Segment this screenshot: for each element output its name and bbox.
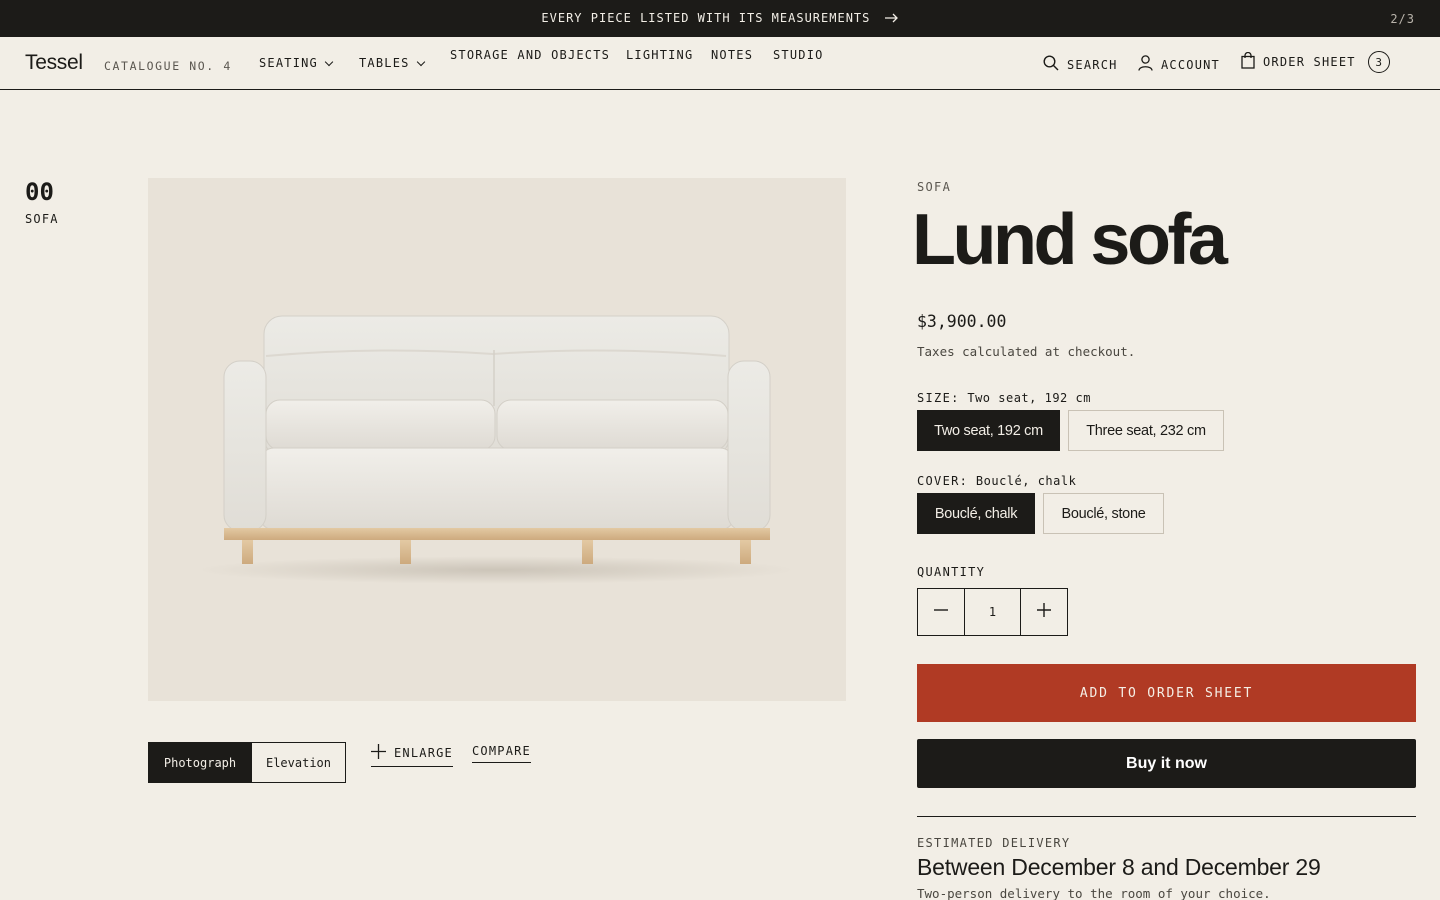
divider bbox=[917, 816, 1416, 817]
logo[interactable]: Tessel bbox=[25, 51, 83, 75]
buy-now-button[interactable]: Buy it now bbox=[917, 739, 1416, 788]
order-count-badge: 3 bbox=[1367, 51, 1390, 73]
minus-icon bbox=[933, 602, 949, 623]
plus-icon bbox=[371, 744, 386, 762]
announcement-bar: EVERY PIECE LISTED WITH ITS MEASUREMENTS… bbox=[0, 0, 1440, 37]
delivery-label: ESTIMATED DELIVERY bbox=[917, 836, 1071, 850]
search-label: SEARCH bbox=[1067, 57, 1118, 72]
tax-note: Taxes calculated at checkout. bbox=[917, 344, 1136, 359]
delivery-range: Between December 8 and December 29 bbox=[917, 854, 1321, 880]
size-option-label: SIZE: Two seat, 192 cm bbox=[917, 391, 1091, 405]
size-label-key: SIZE: bbox=[917, 391, 960, 405]
quantity-stepper: 1 bbox=[917, 588, 1068, 636]
chevron-down-icon bbox=[416, 57, 425, 66]
image-view-toggle: Photograph Elevation bbox=[148, 742, 346, 783]
size-option-two-seat[interactable]: Two seat, 192 cm bbox=[917, 410, 1060, 451]
chevron-down-icon bbox=[324, 57, 334, 66]
nav-lighting[interactable]: LIGHTING bbox=[626, 48, 693, 62]
quantity-label: QUANTITY bbox=[917, 565, 986, 579]
nav-notes[interactable]: NOTES bbox=[711, 48, 753, 62]
product-title: Lund sofa bbox=[912, 200, 1228, 280]
announcement-page-indicator: 2/3 bbox=[1390, 12, 1415, 26]
arrow-right-icon bbox=[876, 11, 898, 25]
nav-tables-label: TABLES bbox=[359, 56, 410, 70]
cover-option-stone[interactable]: Bouclé, stone bbox=[1043, 493, 1164, 534]
cover-option-chalk[interactable]: Bouclé, chalk bbox=[917, 493, 1035, 534]
view-elevation-button[interactable]: Elevation bbox=[251, 743, 345, 782]
product-index-number: 00 bbox=[25, 178, 54, 206]
account-label: ACCOUNT bbox=[1161, 57, 1220, 72]
nav-tables[interactable]: TABLES bbox=[359, 56, 425, 70]
enlarge-button[interactable]: ENLARGE bbox=[371, 744, 453, 767]
product-price: $3,900.00 bbox=[917, 312, 1007, 331]
announcement-link[interactable]: EVERY PIECE LISTED WITH ITS MEASUREMENTS bbox=[0, 11, 1440, 25]
user-icon bbox=[1138, 55, 1153, 74]
plus-icon bbox=[1036, 602, 1052, 623]
enlarge-label: ENLARGE bbox=[394, 746, 453, 760]
order-sheet-button[interactable]: ORDER SHEET 3 bbox=[1241, 51, 1390, 73]
announcement-text: EVERY PIECE LISTED WITH ITS MEASUREMENTS bbox=[541, 11, 871, 25]
cover-label-key: COVER: bbox=[917, 474, 969, 488]
add-to-order-sheet-button[interactable]: ADD TO ORDER SHEET bbox=[917, 664, 1416, 722]
delivery-note: Two-person delivery to the room of your … bbox=[917, 886, 1271, 900]
nav-studio[interactable]: STUDIO bbox=[773, 48, 824, 62]
site-header: Tessel CATALOGUE NO. 4 SEATING TABLES ST… bbox=[0, 37, 1440, 90]
product-category: SOFA bbox=[917, 180, 952, 194]
search-button[interactable]: SEARCH bbox=[1043, 55, 1118, 74]
nav-storage-and-objects[interactable]: STORAGE AND OBJECTS bbox=[450, 48, 610, 62]
quantity-decrease-button[interactable] bbox=[918, 589, 964, 635]
quantity-input[interactable]: 1 bbox=[964, 589, 1021, 635]
account-button[interactable]: ACCOUNT bbox=[1138, 55, 1220, 74]
nav-seating-label: SEATING bbox=[259, 56, 318, 70]
size-selected-value: Two seat, 192 cm bbox=[967, 391, 1091, 405]
quantity-increase-button[interactable] bbox=[1021, 589, 1067, 635]
nav-seating[interactable]: SEATING bbox=[259, 56, 334, 70]
compare-button[interactable]: COMPARE bbox=[472, 744, 531, 763]
sofa-illustration bbox=[196, 315, 796, 584]
search-icon bbox=[1043, 55, 1059, 74]
catalogue-label: CATALOGUE NO. 4 bbox=[104, 59, 232, 73]
view-photograph-button[interactable]: Photograph bbox=[149, 743, 251, 782]
product-image[interactable] bbox=[148, 178, 846, 701]
product-index-label: SOFA bbox=[25, 212, 59, 226]
cover-option-label: COVER: Bouclé, chalk bbox=[917, 474, 1076, 488]
shopping-bag-icon bbox=[1241, 51, 1255, 72]
order-sheet-label: ORDER SHEET bbox=[1263, 55, 1356, 69]
cover-selected-value: Bouclé, chalk bbox=[975, 474, 1077, 488]
size-option-three-seat[interactable]: Three seat, 232 cm bbox=[1068, 410, 1224, 451]
